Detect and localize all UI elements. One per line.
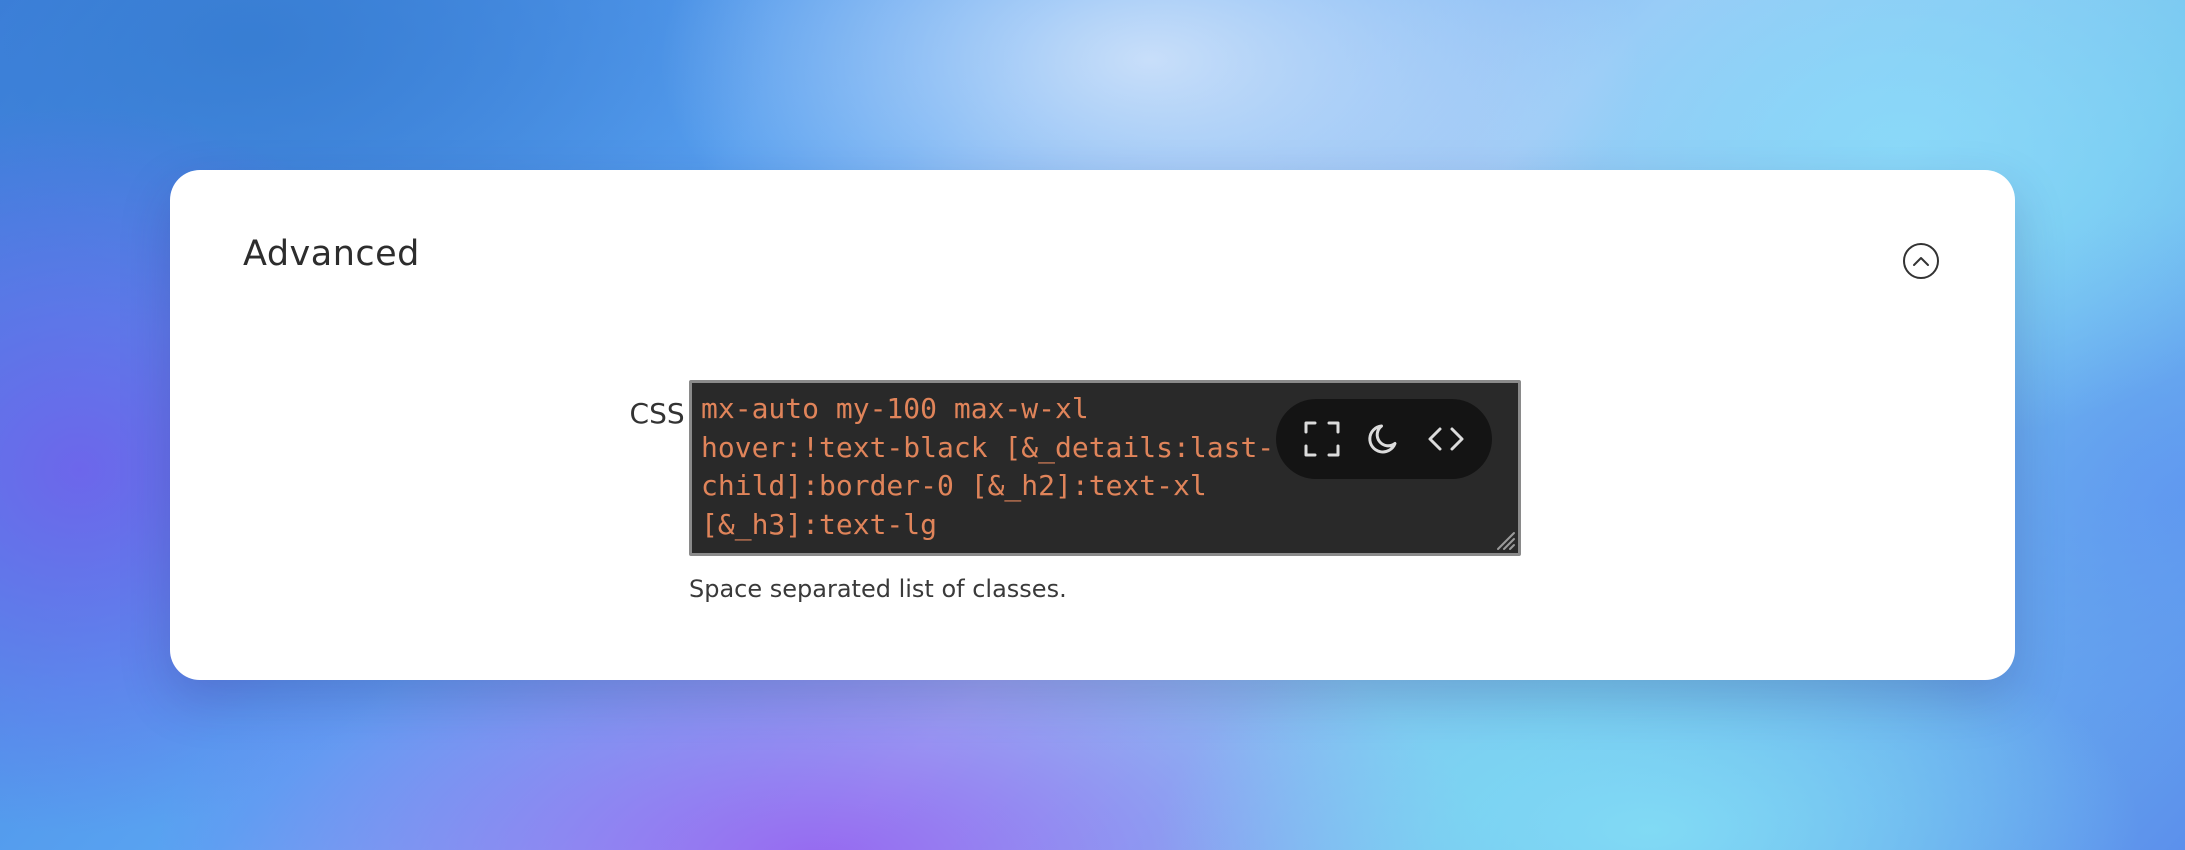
css-classes-editor[interactable]: mx-auto my-100 max-w-xl hover:!text-blac… [689, 380, 1521, 556]
resize-handle-icon[interactable] [1494, 529, 1516, 551]
code-view-button[interactable] [1420, 413, 1472, 465]
fullscreen-button[interactable] [1296, 413, 1348, 465]
collapse-button[interactable] [1903, 243, 1939, 279]
fullscreen-icon [1304, 421, 1340, 457]
advanced-panel: Advanced CSS Classes mx-auto my-100 max-… [170, 170, 2015, 680]
moon-icon [1368, 424, 1397, 454]
dark-mode-button[interactable] [1358, 413, 1410, 465]
css-classes-input[interactable]: mx-auto my-100 max-w-xl hover:!text-blac… [701, 390, 1281, 544]
chevron-up-icon [1913, 257, 1929, 266]
section-title: Advanced [243, 234, 420, 274]
editor-toolbar [1276, 399, 1492, 479]
css-classes-help-text: Space separated list of classes. [689, 575, 1067, 603]
code-icon [1428, 427, 1464, 451]
